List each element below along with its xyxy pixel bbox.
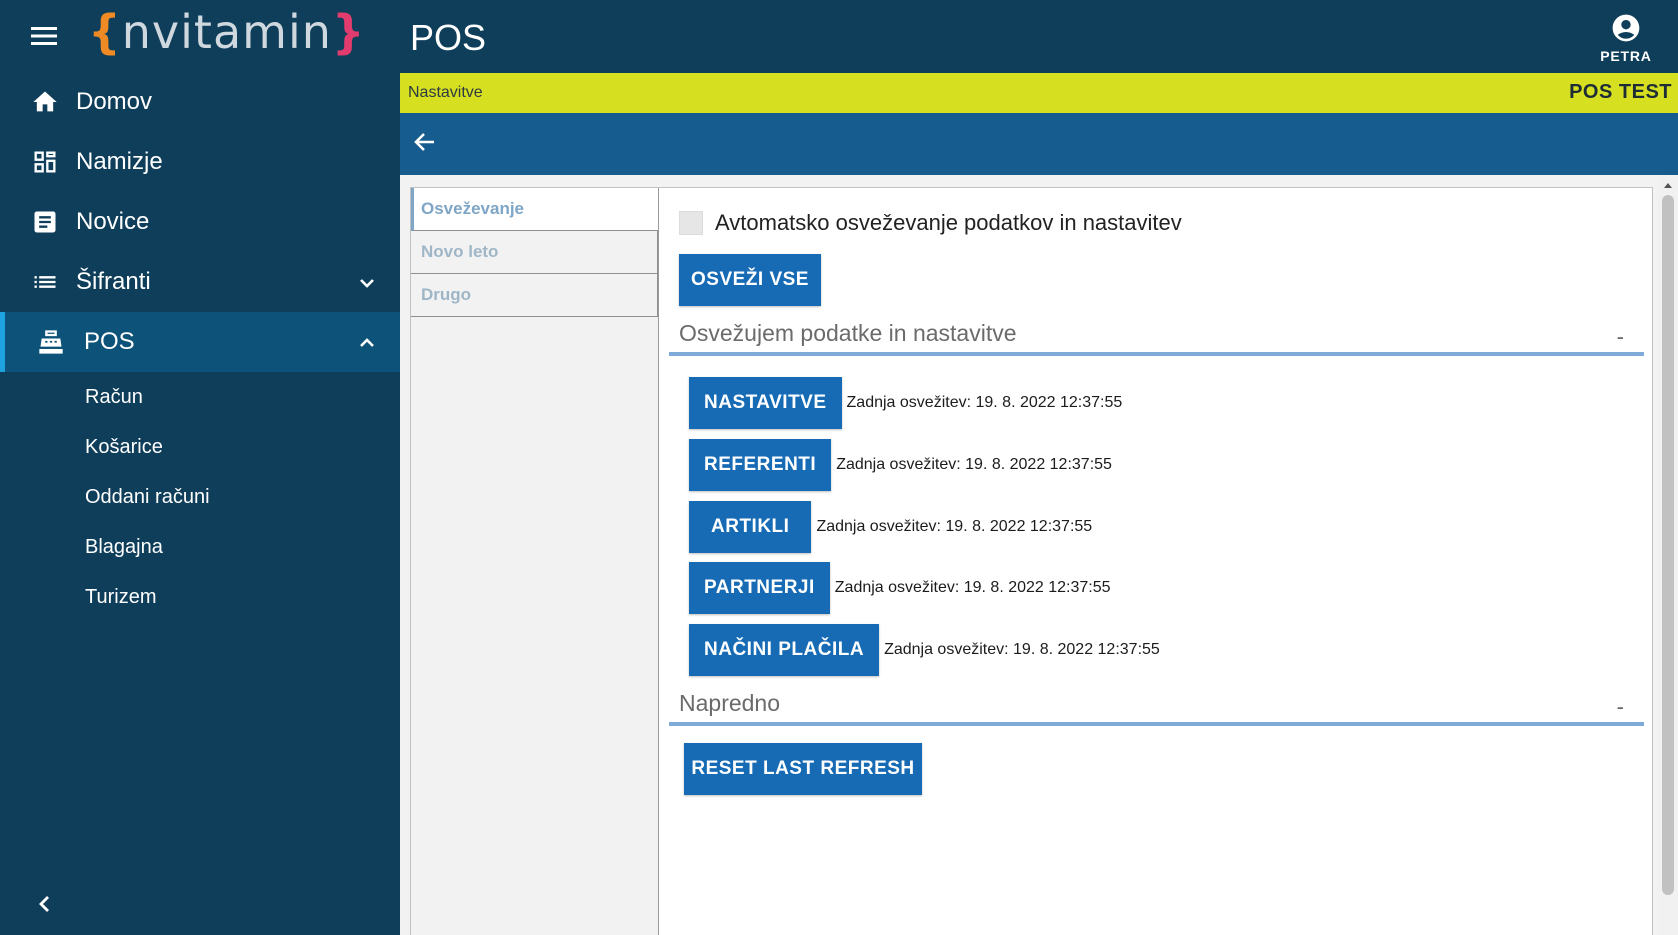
refresh-row-artikli: ARTIKLI Zadnja osvežitev: 19. 8. 2022 12…	[689, 501, 1092, 553]
nvitamin-logo[interactable]: {nvitamin}	[88, 9, 366, 55]
cash-register-icon	[36, 327, 66, 357]
refresh-row-nacini-placila: NAČINI PLAČILA Zadnja osvežitev: 19. 8. …	[689, 624, 1160, 676]
page-title: POS	[410, 17, 487, 58]
page-toolbar	[400, 113, 1678, 175]
tab-novo-leto[interactable]: Novo leto	[411, 231, 658, 274]
section-title: Osvežujem podatke in nastavitve	[679, 320, 1017, 346]
sidebar-item-label: POS	[84, 328, 135, 355]
refresh-row-partnerji: PARTNERJI Zadnja osvežitev: 19. 8. 2022 …	[689, 562, 1111, 614]
auto-refresh-checkbox[interactable]	[679, 211, 703, 235]
tab-osvezevanje[interactable]: Osveževanje	[411, 188, 658, 231]
refresh-artikli-button[interactable]: ARTIKLI	[689, 501, 812, 553]
refresh-referenti-button[interactable]: REFERENTI	[689, 439, 832, 491]
user-menu[interactable]: PETRA	[1596, 12, 1656, 64]
article-icon	[30, 207, 60, 237]
last-refresh-timestamp: Zadnja osvežitev: 19. 8. 2022 12:37:55	[834, 579, 1111, 596]
menu-icon[interactable]	[0, 0, 88, 72]
last-refresh-timestamp: Zadnja osvežitev: 19. 8. 2022 12:37:55	[846, 394, 1123, 411]
content-area: Osveževanje Novo leto Drugo Avtomatsko o…	[400, 175, 1678, 935]
tab-drugo[interactable]: Drugo	[411, 274, 658, 317]
auto-refresh-row: Avtomatsko osveževanje podatkov in nasta…	[679, 210, 1182, 236]
sidebar-item-domov[interactable]: Domov	[0, 72, 400, 132]
scrollbar-thumb[interactable]	[1662, 195, 1674, 895]
sidebar-subitem-blagajna[interactable]: Blagajna	[0, 522, 400, 572]
account-circle-icon	[1612, 14, 1640, 42]
logo-bracket-right: }	[331, 5, 366, 59]
refresh-nacini-placila-button[interactable]: NAČINI PLAČILA	[689, 624, 880, 676]
vertical-scrollbar[interactable]	[1658, 175, 1678, 935]
sidebar-subitem-kosarice[interactable]: Košarice	[0, 422, 400, 472]
last-refresh-timestamp: Zadnja osvežitev: 19. 8. 2022 12:37:55	[836, 456, 1112, 473]
top-app-bar: POS PETRA	[400, 0, 1678, 73]
breadcrumb-page: Nastavitve	[408, 84, 483, 101]
collapse-section-toggle[interactable]: -	[1617, 694, 1624, 720]
section-title: Napredno	[679, 690, 781, 716]
refresh-row-referenti: REFERENTI Zadnja osvežitev: 19. 8. 2022 …	[689, 439, 1112, 491]
sidebar-subitem-oddani-racuni[interactable]: Oddani računi	[0, 472, 400, 522]
sidebar: {nvitamin} Domov Namizje Novice Šifranti	[0, 0, 400, 935]
home-icon	[30, 87, 60, 117]
back-arrow-icon[interactable]	[412, 129, 438, 155]
sidebar-subitem-racun[interactable]: Račun	[0, 372, 400, 422]
sidebar-header: {nvitamin}	[0, 0, 400, 72]
reset-last-refresh-button[interactable]: RESET LAST REFRESH	[684, 743, 922, 795]
sidebar-item-label: Šifranti	[76, 268, 151, 295]
refresh-all-button[interactable]: OSVEŽI VSE	[679, 254, 821, 306]
dashboard-icon	[30, 147, 60, 177]
collapse-sidebar-icon[interactable]	[32, 891, 58, 917]
last-refresh-timestamp: Zadnja osvežitev: 19. 8. 2022 12:37:55	[816, 518, 1093, 535]
last-refresh-timestamp: Zadnja osvežitev: 19. 8. 2022 12:37:55	[884, 641, 1160, 658]
refresh-nastavitve-button[interactable]: NASTAVITVE	[689, 377, 842, 429]
sidebar-item-sifranti[interactable]: Šifranti	[0, 252, 400, 312]
logo-bracket-left: {	[88, 5, 122, 59]
sidebar-item-novice[interactable]: Novice	[0, 192, 400, 252]
sidebar-item-label: Domov	[76, 88, 153, 115]
user-name: PETRA	[1600, 48, 1652, 64]
refresh-partnerji-button[interactable]: PARTNERJI	[689, 562, 830, 614]
sidebar-item-label: Namizje	[76, 148, 163, 175]
chevron-up-icon[interactable]	[356, 332, 378, 354]
sidebar-item-namizje[interactable]: Namizje	[0, 132, 400, 192]
scroll-up-arrow-icon[interactable]	[1664, 183, 1672, 188]
sidebar-subitem-turizem[interactable]: Turizem	[0, 572, 400, 622]
environment-badge: POS TEST	[1569, 81, 1672, 103]
refresh-row-nastavitve: NASTAVITVE Zadnja osvežitev: 19. 8. 2022…	[689, 377, 1122, 429]
settings-panel: Osveževanje Novo leto Drugo Avtomatsko o…	[410, 187, 1653, 935]
advanced-section-header: Napredno -	[669, 686, 1644, 726]
chevron-down-icon[interactable]	[356, 272, 378, 294]
settings-tabs: Osveževanje Novo leto Drugo	[411, 188, 659, 935]
refresh-section-header: Osvežujem podatke in nastavitve -	[669, 316, 1644, 356]
breadcrumb: Nastavitve POS TEST	[400, 73, 1678, 113]
sidebar-item-label: Novice	[76, 208, 150, 235]
logo-wordmark: nvitamin	[121, 5, 332, 59]
tab-panel-osvezevanje: Avtomatsko osveževanje podatkov in nasta…	[659, 188, 1652, 935]
auto-refresh-label[interactable]: Avtomatsko osveževanje podatkov in nasta…	[715, 210, 1182, 236]
collapse-section-toggle[interactable]: -	[1617, 324, 1624, 350]
sidebar-item-pos[interactable]: POS	[0, 312, 400, 372]
list-icon	[30, 267, 60, 297]
tabs-empty-area	[411, 317, 658, 933]
